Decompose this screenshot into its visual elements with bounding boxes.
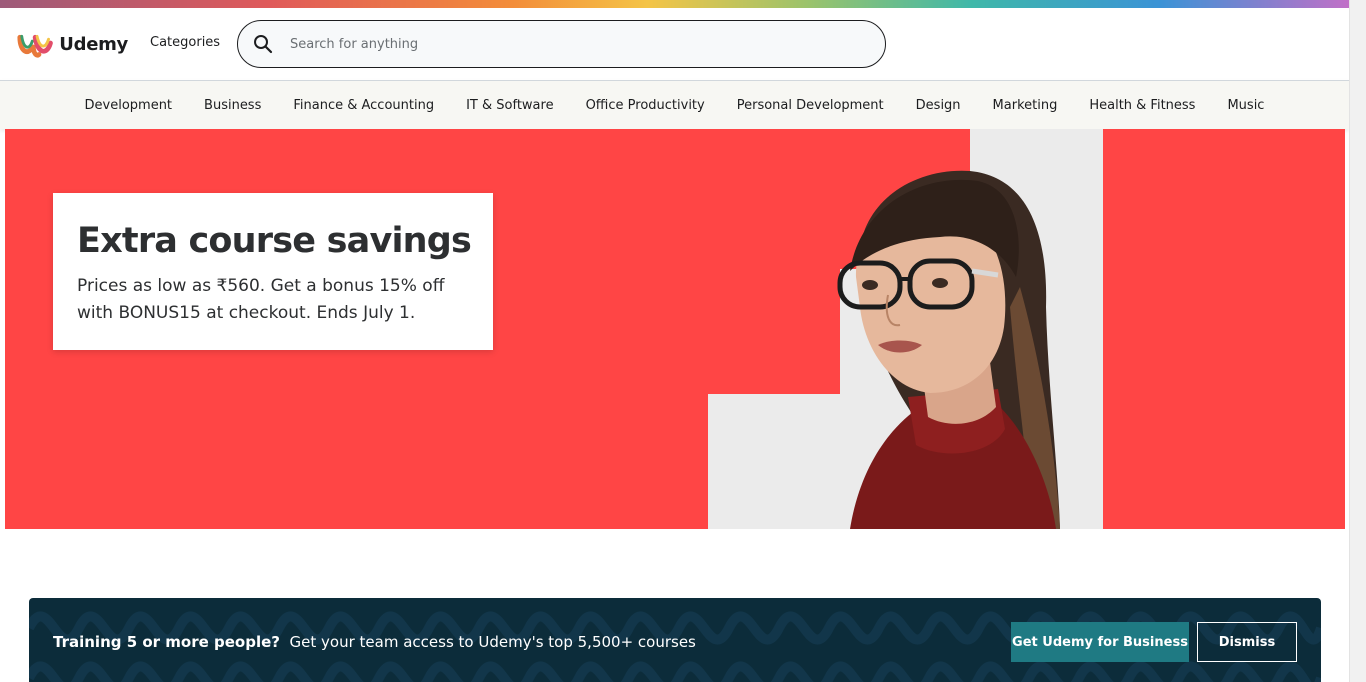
hero-banner: Extra course savings Prices as low as ₹5… bbox=[5, 129, 1345, 529]
dismiss-button[interactable]: Dismiss bbox=[1197, 622, 1297, 662]
business-banner-message: Get your team access to Udemy's top 5,50… bbox=[289, 633, 696, 651]
category-personal-development[interactable]: Personal Development bbox=[721, 98, 900, 113]
category-development[interactable]: Development bbox=[69, 98, 189, 113]
page-scrollbar[interactable] bbox=[1349, 0, 1366, 682]
category-nav-bar: Development Business Finance & Accountin… bbox=[0, 80, 1349, 129]
top-header: Udemy Categories bbox=[0, 8, 1349, 80]
promo-title: Extra course savings bbox=[77, 221, 472, 261]
business-banner-text: Training 5 or more people? Get your team… bbox=[53, 633, 696, 651]
business-banner: Training 5 or more people? Get your team… bbox=[29, 598, 1321, 682]
hero-person-illustration bbox=[837, 170, 1060, 529]
search-bar[interactable] bbox=[237, 20, 886, 68]
category-health-fitness[interactable]: Health & Fitness bbox=[1073, 98, 1211, 113]
logo-text: Udemy bbox=[59, 33, 128, 55]
category-music[interactable]: Music bbox=[1211, 98, 1280, 113]
category-design[interactable]: Design bbox=[900, 98, 977, 113]
business-banner-bold: Training 5 or more people? bbox=[53, 633, 280, 651]
categories-menu[interactable]: Categories bbox=[150, 35, 220, 50]
udemy-logo[interactable]: Udemy bbox=[16, 27, 128, 61]
promo-card: Extra course savings Prices as low as ₹5… bbox=[53, 193, 493, 350]
promo-text: Prices as low as ₹560. Get a bonus 15% o… bbox=[77, 276, 445, 323]
category-finance-accounting[interactable]: Finance & Accounting bbox=[277, 98, 450, 113]
top-rainbow-bar bbox=[0, 0, 1349, 8]
search-icon[interactable] bbox=[253, 34, 273, 54]
category-marketing[interactable]: Marketing bbox=[977, 98, 1074, 113]
category-business[interactable]: Business bbox=[188, 98, 277, 113]
search-input[interactable] bbox=[290, 36, 850, 52]
category-office-productivity[interactable]: Office Productivity bbox=[570, 98, 721, 113]
category-it-software[interactable]: IT & Software bbox=[450, 98, 569, 113]
udemy-logo-icon bbox=[17, 34, 53, 58]
get-udemy-business-button[interactable]: Get Udemy for Business bbox=[1011, 622, 1189, 662]
